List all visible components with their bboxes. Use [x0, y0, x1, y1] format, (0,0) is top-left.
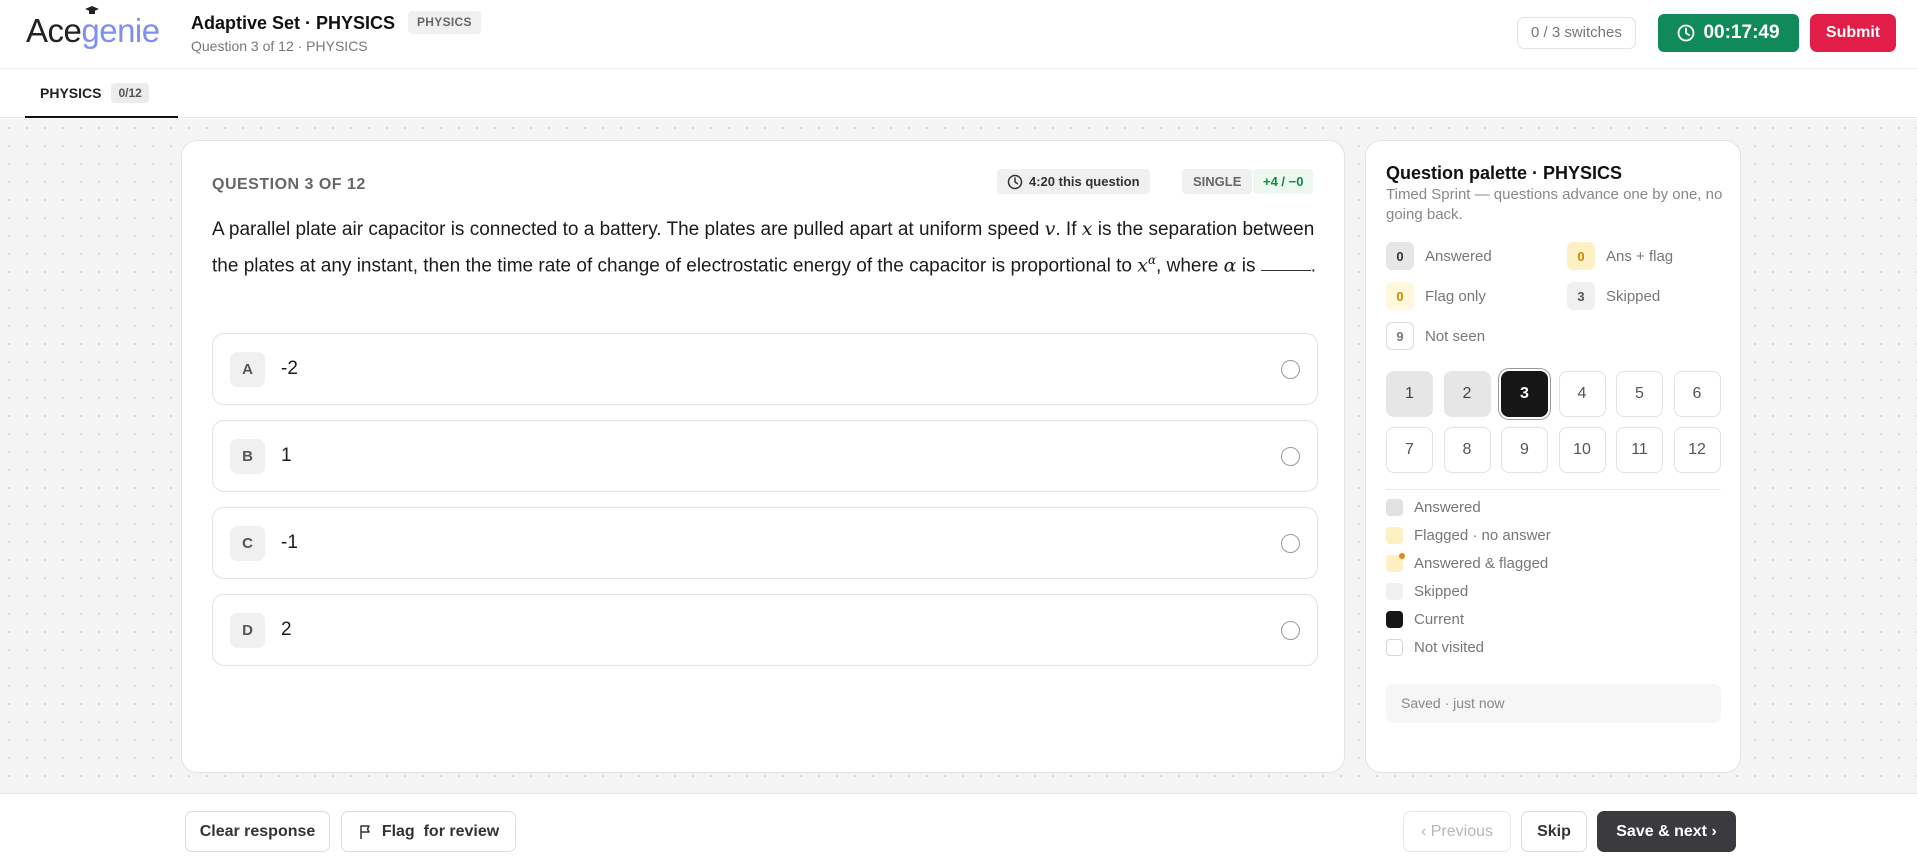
palette-question-7[interactable]: 7 [1386, 427, 1433, 473]
option-b[interactable]: B 1 [212, 420, 1318, 492]
subject-tabbar: PHYSICS 0/12 [0, 70, 1917, 118]
legend-answered-flagged: Answered & flagged [1386, 553, 1548, 572]
legend-swatch [1386, 553, 1405, 572]
option-radio[interactable] [1281, 621, 1300, 640]
clear-response-button[interactable]: Clear response [185, 811, 330, 852]
legend-swatch [1386, 611, 1403, 628]
stat-label: Answered [1425, 247, 1492, 265]
tab-label: PHYSICS [40, 85, 102, 101]
option-letter: B [230, 439, 265, 474]
graduation-cap-icon [85, 6, 100, 14]
flag-icon [360, 824, 370, 839]
option-radio[interactable] [1281, 447, 1300, 466]
palette-question-12[interactable]: 12 [1673, 427, 1721, 473]
option-d[interactable]: D 2 [212, 594, 1318, 666]
option-radio[interactable] [1281, 534, 1300, 553]
previous-button[interactable]: ‹ Previous [1403, 811, 1511, 852]
palette-question-3[interactable]: 3 [1501, 371, 1548, 417]
stat-label: Ans + flag [1606, 247, 1674, 265]
legend-skipped: Skipped [1386, 583, 1468, 600]
legend-swatch [1386, 583, 1403, 600]
stat-count: 9 [1386, 322, 1414, 350]
question-palette: Question palette · PHYSICS Timed Sprint … [1365, 140, 1741, 773]
palette-question-1[interactable]: 1 [1386, 371, 1433, 417]
option-text: 2 [281, 619, 292, 640]
option-letter: A [230, 352, 265, 387]
logo-text-genie: genie [81, 6, 160, 49]
stat-label: Flag only [1425, 287, 1486, 305]
question-time-label: 4:20 this question [1029, 174, 1140, 189]
acegenie-logo[interactable]: Ace genie [26, 6, 160, 50]
bottom-action-bar: Clear response Flag for review ‹ Previou… [0, 793, 1917, 866]
palette-question-11[interactable]: 11 [1616, 427, 1663, 473]
question-text: A parallel plate air capacitor is connec… [212, 218, 1317, 277]
save-status: Saved · just now [1386, 684, 1721, 723]
stat-count: 3 [1567, 282, 1595, 310]
palette-question-5[interactable]: 5 [1616, 371, 1663, 417]
timer-value: 00:17:49 [1703, 22, 1780, 43]
clock-icon [1678, 24, 1695, 42]
palette-divider [1386, 489, 1721, 490]
stat-count: 0 [1386, 242, 1414, 270]
marking-scheme-badge: +4 / −0 [1253, 169, 1314, 194]
set-title: Adaptive Set · PHYSICS [191, 13, 396, 33]
stat-flag-only: 0 Flag only [1386, 282, 1486, 310]
stat-count: 0 [1386, 282, 1414, 310]
question-type-badge: SINGLE [1182, 169, 1253, 194]
tab-count-badge: 0/12 [111, 83, 149, 103]
option-text: 1 [281, 445, 292, 466]
stat-not-seen: 9 Not seen [1386, 322, 1485, 350]
stat-skipped: 3 Skipped [1567, 282, 1660, 310]
question-time-badge: 4:20 this question [997, 169, 1150, 194]
legend-not-visited: Not visited [1386, 639, 1484, 656]
submit-button[interactable]: Submit [1810, 14, 1896, 52]
question-card: QUESTION 3 OF 12 4:20 this question SING… [181, 140, 1345, 773]
logo-text-ace: Ace [26, 12, 82, 49]
palette-question-2[interactable]: 2 [1443, 371, 1491, 417]
exam-timer: 00:17:49 [1658, 14, 1799, 52]
option-a[interactable]: A -2 [212, 333, 1318, 405]
option-letter: D [230, 613, 265, 648]
save-and-next-button[interactable]: Save & next › [1597, 811, 1736, 852]
palette-question-8[interactable]: 8 [1443, 427, 1491, 473]
palette-description: Timed Sprint — questions advance one by … [1386, 186, 1723, 223]
option-text: -1 [281, 532, 298, 553]
question-number: QUESTION 3 OF 12 [212, 176, 366, 193]
option-letter: C [230, 526, 265, 561]
option-text: -2 [281, 358, 298, 379]
stat-label: Not seen [1425, 327, 1486, 345]
skip-button[interactable]: Skip [1521, 811, 1587, 852]
stat-count: 0 [1567, 242, 1595, 270]
palette-question-6[interactable]: 6 [1673, 371, 1721, 417]
stat-answered: 0 Answered [1386, 242, 1492, 270]
option-c[interactable]: C -1 [212, 507, 1318, 579]
option-radio[interactable] [1281, 360, 1300, 379]
stat-ans-flag: 0 Ans + flag [1567, 242, 1673, 270]
flag-for-review-button[interactable]: Flag for review [341, 811, 516, 852]
tab-physics[interactable]: PHYSICS 0/12 [25, 70, 178, 118]
legend-flagged: Flagged · no answer [1386, 527, 1551, 544]
legend-swatch [1386, 499, 1403, 516]
legend-current: Current [1386, 611, 1464, 628]
subject-tag: PHYSICS [408, 11, 481, 34]
answer-blank [1260, 253, 1311, 272]
legend-swatch [1386, 527, 1403, 544]
palette-question-10[interactable]: 10 [1558, 427, 1606, 473]
top-header: Ace genie Adaptive Set · PHYSICS PHYSICS … [0, 0, 1917, 69]
stat-label: Skipped [1606, 287, 1661, 305]
clock-icon [1007, 174, 1023, 189]
legend-swatch [1386, 639, 1403, 656]
legend-answered: Answered [1386, 499, 1481, 516]
palette-question-4[interactable]: 4 [1558, 371, 1606, 417]
palette-title: Question palette · PHYSICS [1386, 163, 1623, 183]
palette-question-9[interactable]: 9 [1501, 427, 1548, 473]
section-switches-counter: 0 / 3 switches [1517, 17, 1636, 49]
question-progress-subtitle: Question 3 of 12 · PHYSICS [191, 38, 368, 54]
